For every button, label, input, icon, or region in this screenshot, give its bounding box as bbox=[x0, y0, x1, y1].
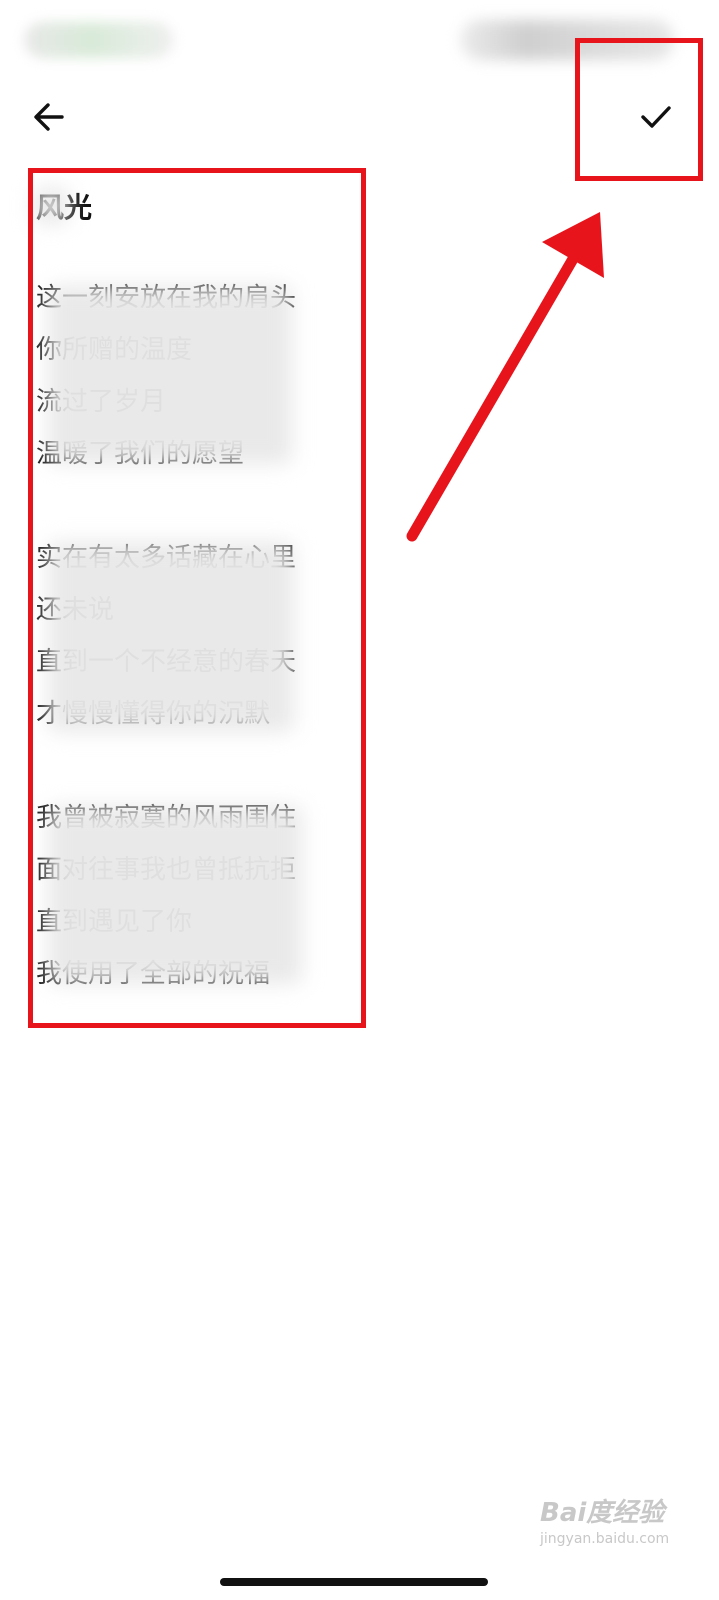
watermark: Bai度经验 jingyan.baidu.com bbox=[540, 1492, 710, 1547]
watermark-url: jingyan.baidu.com bbox=[540, 1531, 670, 1547]
home-indicator[interactable] bbox=[220, 1578, 488, 1586]
annotation-arrow bbox=[406, 212, 604, 542]
watermark-brand: Bai度经验 bbox=[540, 1498, 665, 1528]
